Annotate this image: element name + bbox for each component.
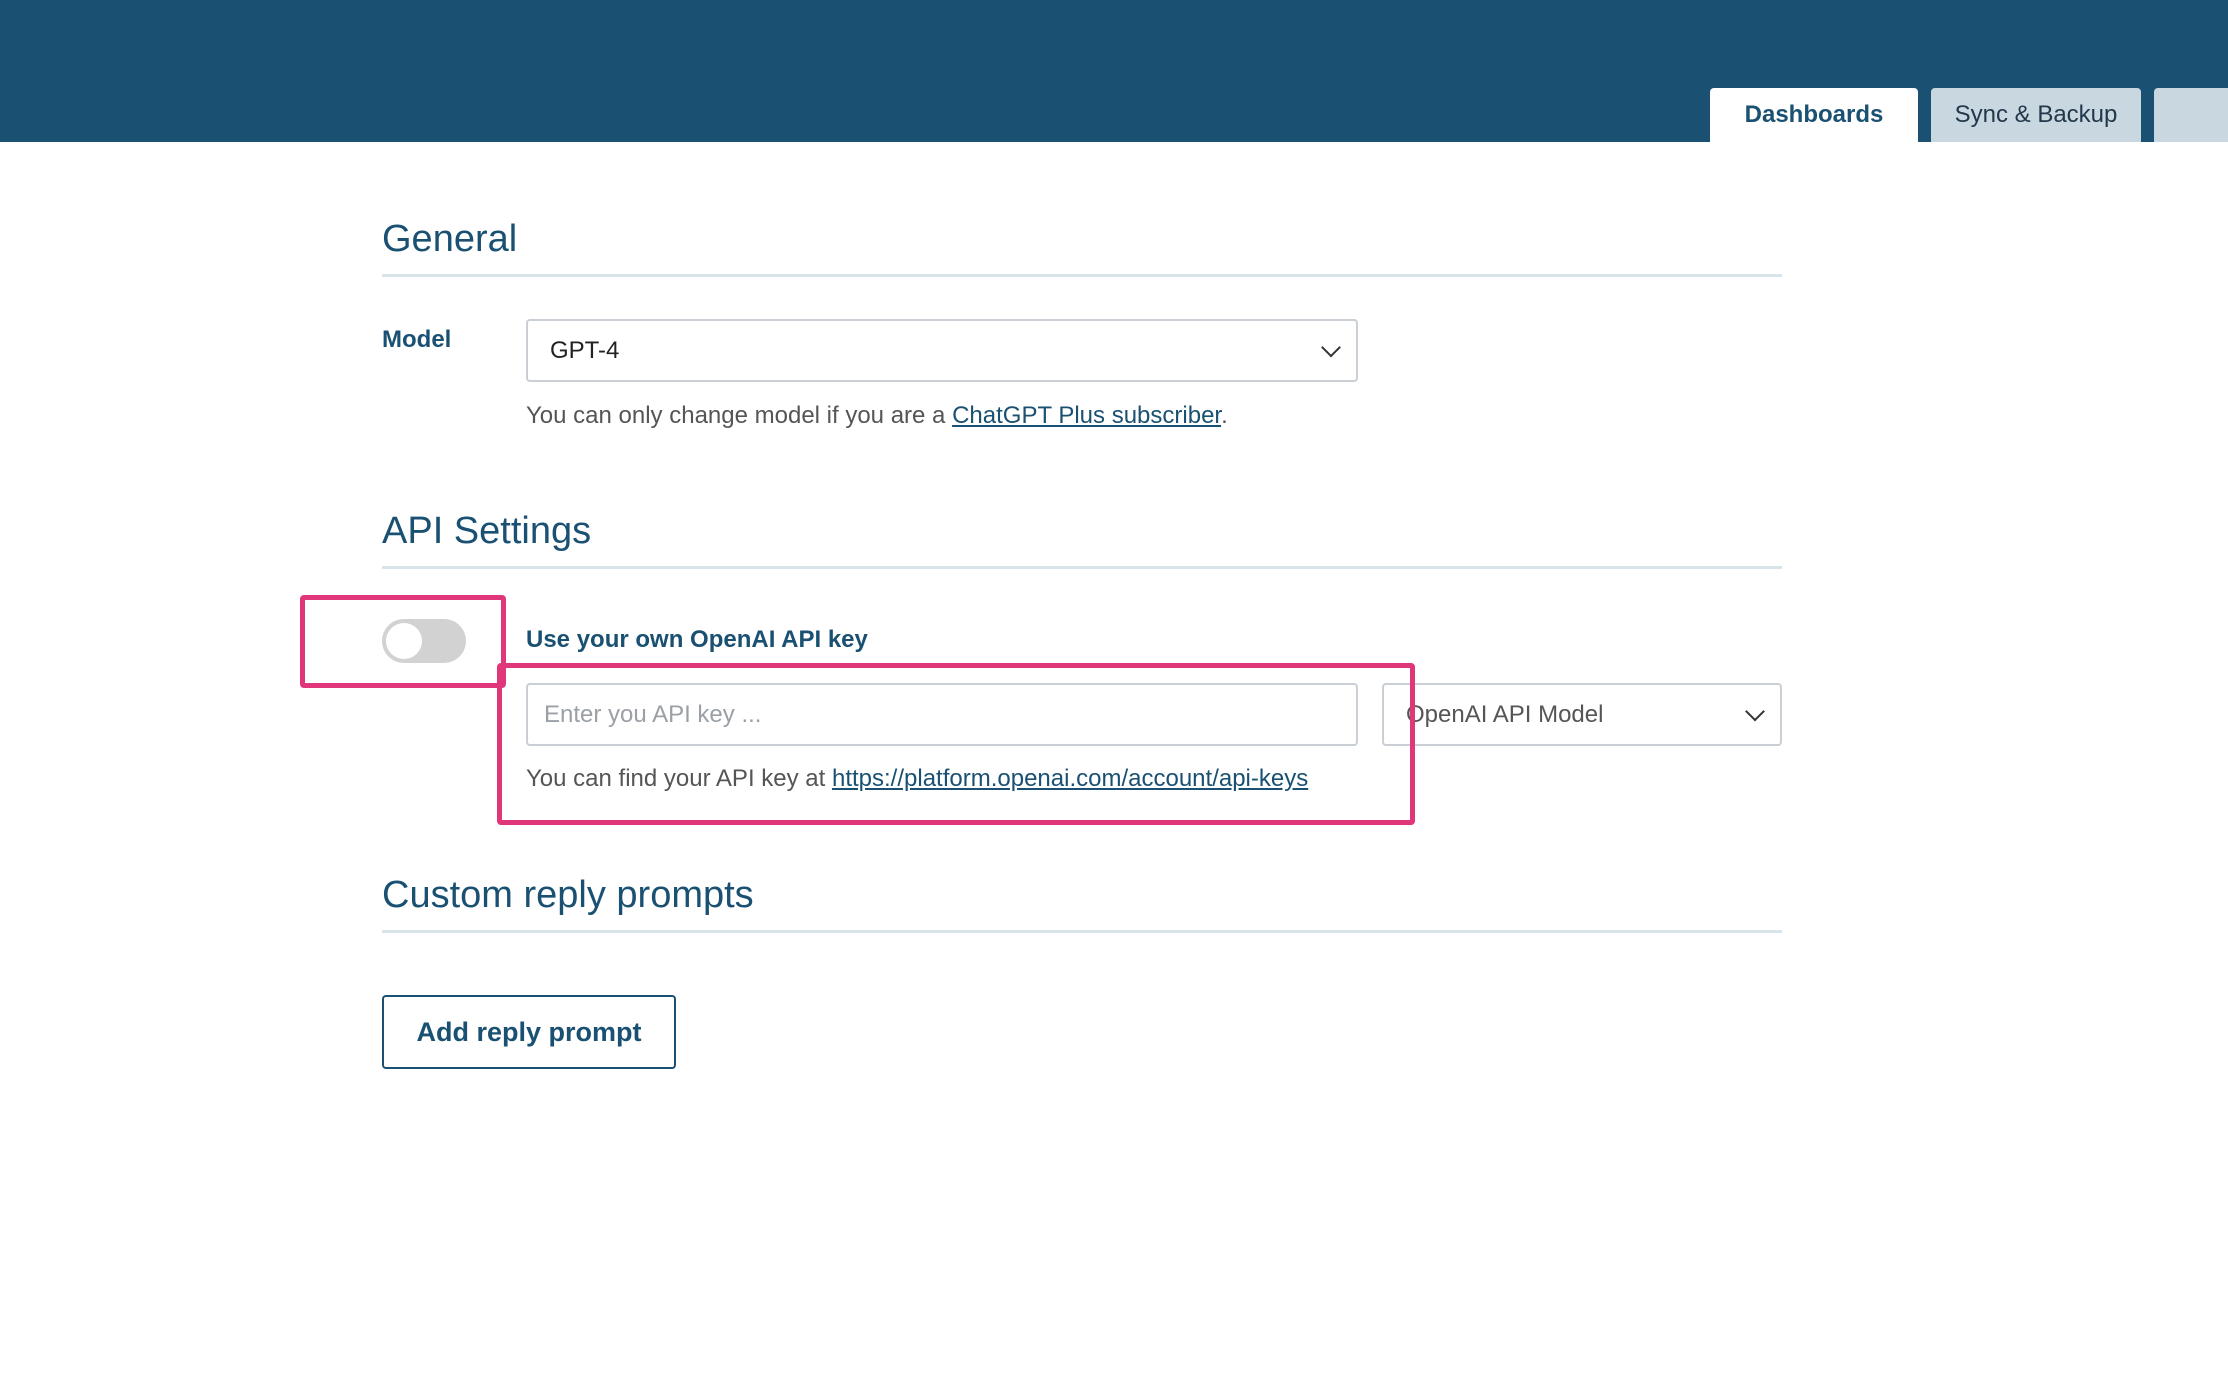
top-header-bar: Dashboards Sync & Backup xyxy=(0,0,2228,142)
model-select-value: GPT-4 xyxy=(550,337,620,364)
toggle-highlight-box xyxy=(300,595,506,688)
tab-more[interactable] xyxy=(2154,88,2228,142)
chevron-down-icon xyxy=(1321,337,1341,357)
tab-dashboards[interactable]: Dashboards xyxy=(1710,88,1918,142)
api-settings-divider xyxy=(382,566,1782,569)
api-settings-section-title: API Settings xyxy=(382,510,592,552)
model-helper-suffix: . xyxy=(1221,402,1228,429)
model-select[interactable]: GPT-4 xyxy=(526,319,1358,382)
api-model-select[interactable]: OpenAI API Model xyxy=(1382,683,1782,746)
model-helper-prefix: You can only change model if you are a xyxy=(526,402,953,429)
add-reply-prompt-button[interactable]: Add reply prompt xyxy=(382,995,676,1069)
api-key-highlight-box xyxy=(497,663,1415,825)
general-section-title: General xyxy=(382,218,518,260)
custom-prompts-section-title: Custom reply prompts xyxy=(382,874,754,916)
chatgpt-plus-link[interactable]: ChatGPT Plus subscriber xyxy=(952,402,1221,429)
api-model-select-value: OpenAI API Model xyxy=(1406,701,1604,728)
chevron-down-icon xyxy=(1745,701,1765,721)
model-label: Model xyxy=(382,326,452,353)
tab-sync-backup[interactable]: Sync & Backup xyxy=(1931,88,2141,142)
general-divider xyxy=(382,274,1782,277)
model-helper-text: You can only change model if you are a C… xyxy=(526,402,1228,430)
settings-page: Dashboards Sync & Backup General Model G… xyxy=(0,0,2228,1393)
own-api-key-label: Use your own OpenAI API key xyxy=(526,626,868,653)
custom-prompts-divider xyxy=(382,930,1782,933)
